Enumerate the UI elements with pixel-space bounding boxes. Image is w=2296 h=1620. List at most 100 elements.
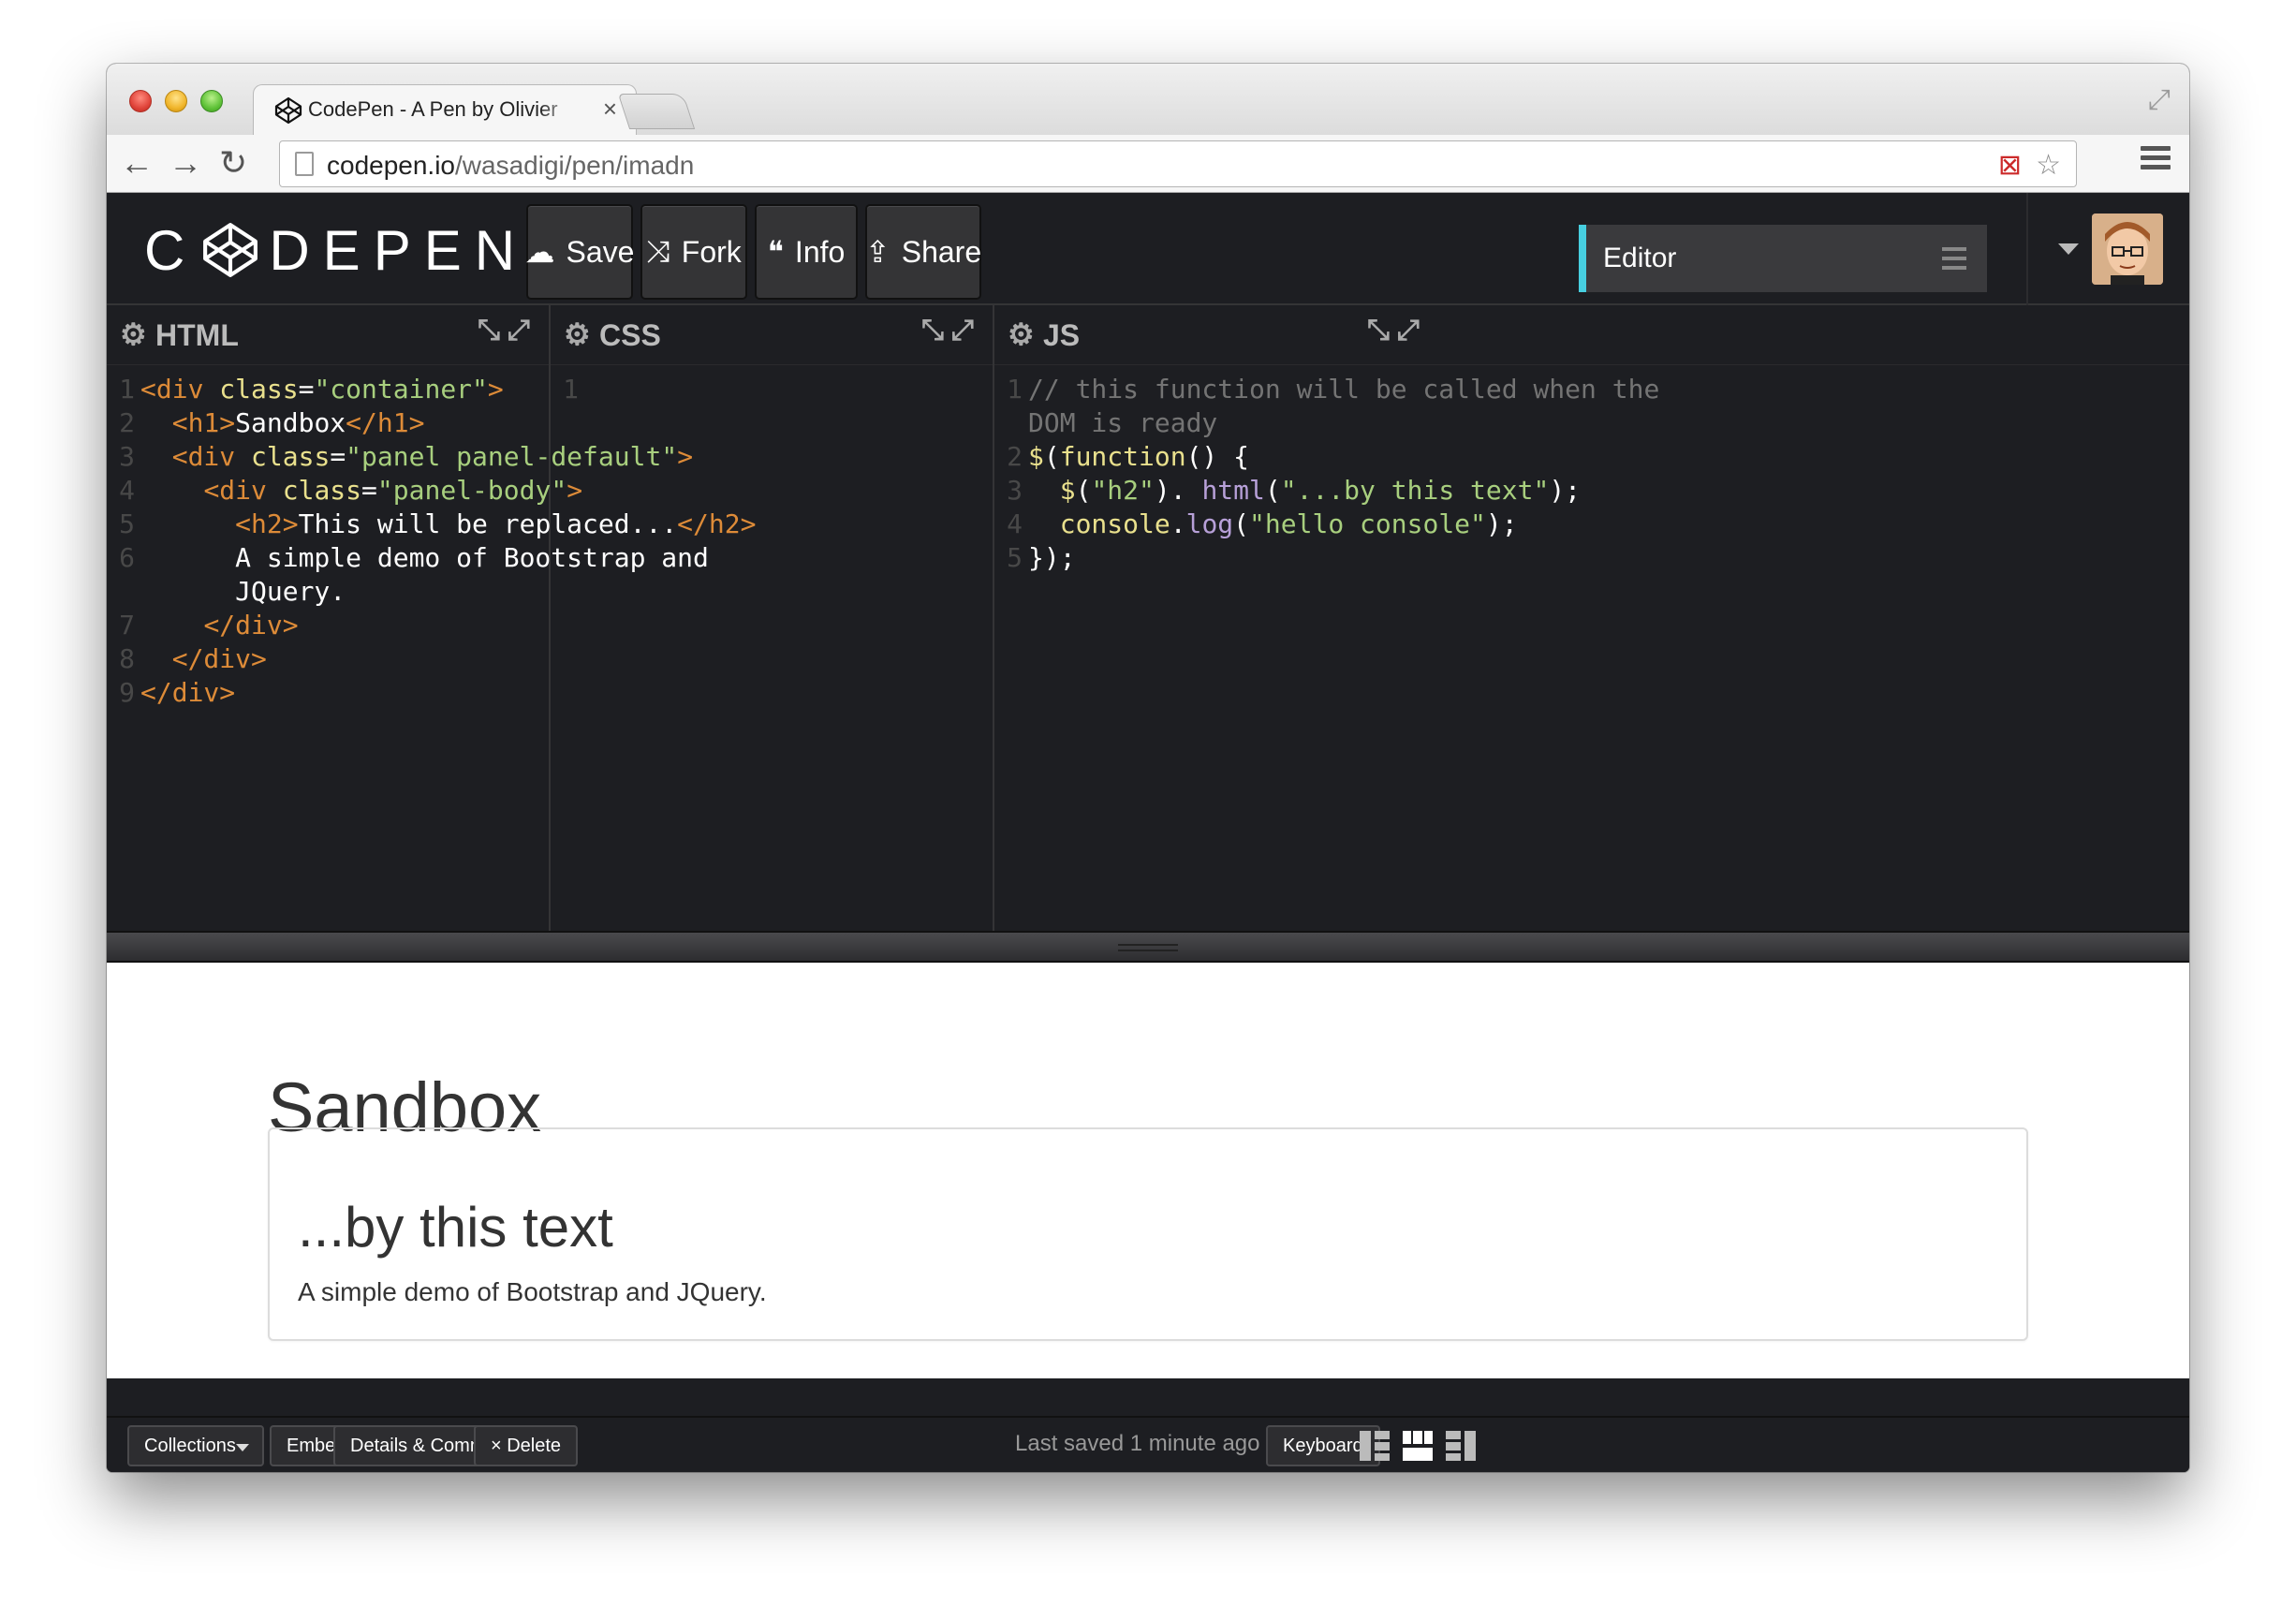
line-number: 3 bbox=[119, 441, 135, 472]
code-token: html bbox=[1201, 475, 1265, 506]
save-button[interactable]: ☁ Save bbox=[524, 204, 634, 300]
code-text: </div> bbox=[140, 609, 299, 642]
code-text: $(function() { bbox=[1028, 440, 1249, 474]
code-line[interactable]: 8 </div> bbox=[107, 642, 549, 676]
codepen-footer: Collections Embed Details & Comments × D… bbox=[107, 1416, 2189, 1472]
code-token: </div> bbox=[203, 610, 299, 641]
collapse-expand-icons[interactable]: ⤡⤢ bbox=[921, 315, 981, 346]
code-line[interactable]: JQuery. bbox=[107, 575, 549, 609]
codepen-logo-icon bbox=[203, 223, 258, 277]
line-number: 2 bbox=[1007, 441, 1023, 472]
html-editor[interactable]: ⚙ HTML ⤡⤢ 1 <div class="container"> 2 <h1>… bbox=[107, 305, 756, 931]
code-line[interactable]: 4 <div class="panel-body"> bbox=[107, 474, 582, 508]
close-window-button[interactable] bbox=[129, 90, 152, 112]
share-button[interactable]: ⇪ Share bbox=[865, 204, 981, 300]
address-bar[interactable]: codepen.io/wasadigi/pen/imadn ⊠ ☆ bbox=[279, 140, 2077, 187]
browser-tab[interactable]: CodePen - A Pen by Olivier × bbox=[253, 84, 637, 137]
reload-icon[interactable]: ↻ bbox=[219, 142, 247, 184]
page-icon bbox=[295, 152, 314, 176]
layout-top-icon[interactable] bbox=[1403, 1431, 1433, 1461]
layout-left-icon[interactable] bbox=[1360, 1431, 1390, 1461]
code-token: DOM is ready bbox=[1028, 407, 1218, 438]
code-token: "panel-body" bbox=[376, 475, 567, 506]
line-number bbox=[994, 406, 1028, 440]
code-token: ( bbox=[1075, 475, 1092, 506]
tab-close-icon[interactable]: × bbox=[603, 95, 617, 124]
logo-text-left: C bbox=[144, 218, 199, 282]
code-token: ); bbox=[1485, 508, 1518, 539]
code-line[interactable]: 2 $(function() { bbox=[994, 440, 1438, 474]
codepen-logo[interactable]: C DEPEN bbox=[144, 218, 529, 282]
preview-panel: ...by this text A simple demo of Bootstr… bbox=[268, 1127, 2028, 1341]
layout-right-icon[interactable] bbox=[1446, 1431, 1476, 1461]
gear-icon[interactable]: ⚙ bbox=[120, 317, 147, 352]
collapse-expand-icons[interactable]: ⤡⤢ bbox=[478, 315, 537, 346]
minimize-window-button[interactable] bbox=[165, 90, 187, 112]
fork-label: Fork bbox=[681, 234, 742, 269]
view-mode-select[interactable]: Editor bbox=[1579, 225, 1987, 292]
url-text[interactable]: codepen.io/wasadigi/pen/imadn bbox=[327, 151, 694, 181]
code-line[interactable]: 6 A simple demo of Bootstrap and bbox=[107, 541, 709, 575]
code-line[interactable]: 1 <div class="container"> bbox=[107, 373, 549, 406]
collapse-expand-icons[interactable]: ⤡⤢ bbox=[1367, 315, 1427, 346]
code-line[interactable]: 2 <h1>Sandbox</h1> bbox=[107, 406, 549, 440]
html-editor-title: HTML bbox=[155, 318, 239, 352]
code-token: $ bbox=[1059, 475, 1076, 506]
code-line[interactable]: 3 $("h2"). html("...by this text"); bbox=[994, 474, 1581, 508]
css-code[interactable]: 1 bbox=[551, 373, 993, 406]
result-preview: Sandbox ...by this text A simple demo of… bbox=[107, 963, 2189, 1378]
chrome-menu-icon[interactable] bbox=[2141, 146, 2171, 174]
user-avatar[interactable] bbox=[2092, 214, 2163, 285]
code-line[interactable]: 1 bbox=[551, 373, 993, 406]
code-token: $ bbox=[1028, 441, 1044, 472]
cloud-icon: ☁ bbox=[524, 235, 555, 269]
code-line[interactable]: 7 </div> bbox=[107, 609, 549, 642]
line-number: 3 bbox=[1007, 475, 1023, 506]
code-token: Sandbox bbox=[235, 407, 346, 438]
js-editor[interactable]: ⚙ JS ⤡⤢ 1// this function will be called… bbox=[994, 305, 2189, 931]
code-line[interactable]: 5}); bbox=[994, 541, 1438, 575]
preview-subheading: ...by this text bbox=[298, 1196, 613, 1259]
code-token: console bbox=[1059, 508, 1170, 539]
line-number: 4 bbox=[119, 475, 135, 506]
forward-icon[interactable]: → bbox=[169, 142, 202, 184]
header-divider bbox=[2026, 193, 2028, 305]
fork-button[interactable]: ⤨ Fork bbox=[640, 204, 747, 300]
line-number bbox=[107, 575, 140, 609]
new-tab-button[interactable] bbox=[617, 94, 696, 129]
js-code[interactable]: 1// this function will be called when th… bbox=[994, 373, 1659, 575]
logo-text-right: DEPEN bbox=[269, 218, 529, 282]
js-editor-header-extension bbox=[1438, 305, 2189, 365]
html-code[interactable]: 1 <div class="container"> 2 <h1>Sandbox</h… bbox=[107, 373, 756, 710]
code-token: ( bbox=[1043, 441, 1060, 472]
code-token: ). bbox=[1154, 475, 1202, 506]
zoom-window-button[interactable] bbox=[200, 90, 223, 112]
code-token: <h2> bbox=[235, 508, 299, 539]
gear-icon[interactable]: ⚙ bbox=[1008, 317, 1035, 352]
code-line[interactable]: DOM is ready bbox=[994, 406, 1438, 440]
save-status: Last saved 1 minute ago bbox=[1015, 1431, 1260, 1456]
fullscreen-icon[interactable]: ⤢ bbox=[2148, 84, 2171, 116]
back-icon[interactable]: ← bbox=[120, 142, 154, 184]
tab-title: CodePen - A Pen by Olivier bbox=[308, 97, 558, 121]
line-number: 7 bbox=[119, 610, 135, 641]
collections-dropdown[interactable]: Collections bbox=[127, 1425, 264, 1466]
line-number: 6 bbox=[119, 542, 135, 573]
css-editor[interactable]: ⚙ CSS ⤡⤢ 1 bbox=[551, 305, 994, 931]
editor-resize-handle[interactable] bbox=[107, 931, 2189, 963]
user-menu-caret-icon[interactable] bbox=[2058, 243, 2079, 255]
code-line[interactable]: 4 console.log("hello console"); bbox=[994, 508, 1517, 541]
js-editor-title: JS bbox=[1043, 318, 1081, 352]
info-button[interactable]: ❝ Info bbox=[755, 204, 858, 300]
browser-window: CodePen - A Pen by Olivier × ⤢ ← → ↻ cod… bbox=[107, 64, 2189, 1472]
gear-icon[interactable]: ⚙ bbox=[564, 317, 591, 352]
code-line[interactable]: 3 <div class="panel panel-default"> bbox=[107, 440, 693, 474]
bookmark-star-icon[interactable]: ☆ bbox=[2036, 149, 2061, 182]
code-line[interactable]: 9 </div> bbox=[107, 676, 549, 710]
code-token: <h1> bbox=[171, 407, 236, 438]
delete-button[interactable]: × Delete bbox=[474, 1425, 579, 1466]
code-line[interactable]: 5 <h2>This will be replaced...</h2> bbox=[107, 508, 756, 541]
blocked-popup-icon[interactable]: ⊠ bbox=[1998, 149, 2022, 182]
code-line[interactable]: 1// this function will be called when th… bbox=[994, 373, 1659, 406]
